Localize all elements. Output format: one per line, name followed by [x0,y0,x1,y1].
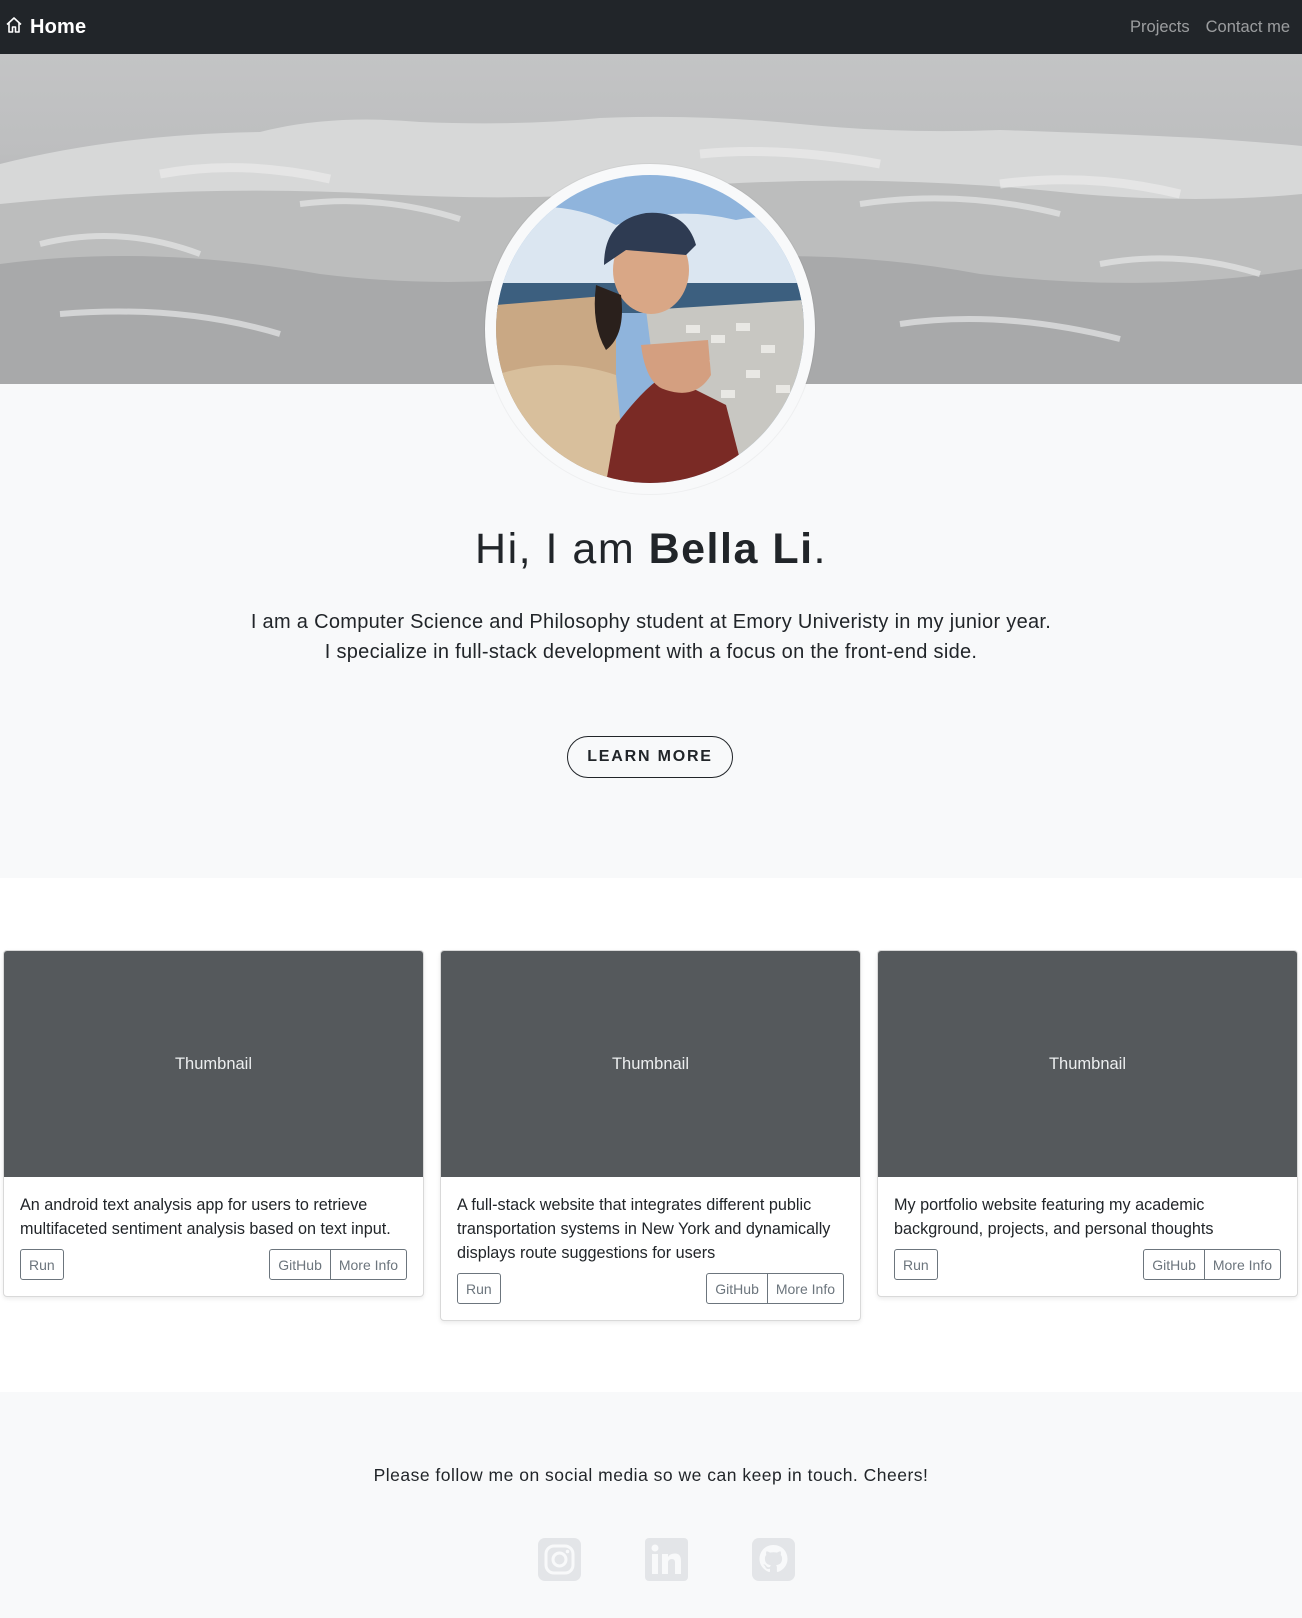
run-button[interactable]: Run [20,1249,64,1280]
run-button[interactable]: Run [457,1273,501,1304]
linkedin-icon[interactable] [645,1538,688,1581]
thumbnail-label: Thumbnail [174,1054,253,1073]
project-description: An android text analysis app for users t… [20,1196,391,1238]
run-button[interactable]: Run [894,1249,938,1280]
project-card-2: Thumbnail A full-stack website that inte… [440,950,861,1321]
nav-link-contact[interactable]: Contact me [1206,18,1290,37]
nav-links: Projects Contact me [1130,18,1290,37]
footer [0,1392,1302,1618]
navbar: Home Projects Contact me [0,0,1302,54]
avatar [496,175,804,483]
card-button-group: GitHub More Info [706,1273,844,1304]
thumbnail-label: Thumbnail [611,1054,690,1073]
intro-line-2: I specialize in full-stack development w… [324,641,978,663]
github-icon[interactable] [752,1538,795,1581]
home-link[interactable]: Home [4,15,86,40]
more-info-button[interactable]: More Info [330,1249,407,1280]
house-icon [4,15,24,40]
brand-label: Home [30,15,87,38]
github-button[interactable]: GitHub [269,1249,331,1280]
intro-line-1: I am a Computer Science and Philosophy s… [250,611,1052,633]
card-actions: Run GitHub More Info [894,1249,1281,1280]
owner-name: Bella Li [648,525,814,573]
intro-text: I am a Computer Science and Philosophy s… [0,607,1302,667]
greeting-heading: Hi, I am Bella Li. [0,525,1302,574]
github-button[interactable]: GitHub [706,1273,768,1304]
project-thumbnail: Thumbnail [878,951,1297,1177]
card-actions: Run GitHub More Info [20,1249,407,1280]
card-button-group: GitHub More Info [1143,1249,1281,1280]
project-card-3: Thumbnail My portfolio website featuring… [877,950,1298,1297]
greeting-prefix: Hi, I am [475,525,649,573]
more-info-button[interactable]: More Info [1204,1249,1281,1280]
github-button[interactable]: GitHub [1143,1249,1205,1280]
greeting-suffix: . [813,525,827,573]
instagram-icon[interactable] [538,1538,581,1581]
project-description: A full-stack website that integrates dif… [457,1196,831,1262]
project-card-1: Thumbnail An android text analysis app f… [3,950,424,1297]
card-body: A full-stack website that integrates dif… [441,1177,860,1320]
thumbnail-label: Thumbnail [1048,1054,1127,1073]
learn-more-button[interactable]: LEARN MORE [567,736,733,778]
project-thumbnail: Thumbnail [4,951,423,1177]
project-description: My portfolio website featuring my academ… [894,1196,1214,1238]
more-info-button[interactable]: More Info [767,1273,844,1304]
follow-text: Please follow me on social media so we c… [373,1465,929,1485]
card-actions: Run GitHub More Info [457,1273,844,1304]
card-button-group: GitHub More Info [269,1249,407,1280]
card-body: An android text analysis app for users t… [4,1177,423,1296]
nav-link-projects[interactable]: Projects [1130,18,1190,37]
avatar-ring [485,164,815,494]
project-thumbnail: Thumbnail [441,951,860,1177]
card-body: My portfolio website featuring my academ… [878,1177,1297,1296]
